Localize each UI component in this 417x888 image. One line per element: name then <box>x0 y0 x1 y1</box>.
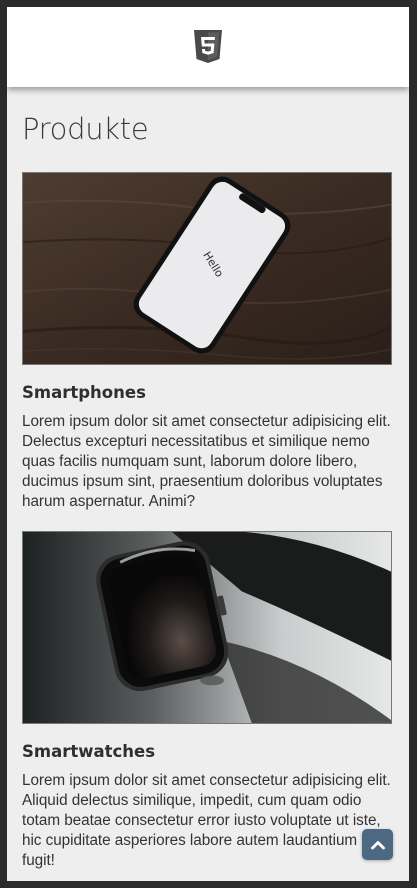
product-card-smartphones: Hello Smartphones Lorem ipsum dolor sit … <box>22 172 393 512</box>
card-description: Lorem ipsum dolor sit amet consectetur a… <box>22 413 391 510</box>
page-title: Produkte <box>22 112 149 146</box>
card-title: Smartwatches <box>22 742 156 761</box>
product-card-smartwatches: Smartwatches Lorem ipsum dolor sit amet … <box>22 531 393 871</box>
html5-logo-icon[interactable] <box>194 30 222 64</box>
smartphone-hello-photo: Hello <box>22 172 392 365</box>
chevron-up-icon <box>370 840 385 849</box>
scroll-to-top-button[interactable] <box>362 829 393 860</box>
card-description: Lorem ipsum dolor sit amet consectetur a… <box>22 772 391 869</box>
card-title: Smartphones <box>22 383 146 402</box>
app-frame: Produkte Hello Smartphones Lorem ipsum d… <box>7 7 409 881</box>
smartwatch-photo <box>22 531 392 724</box>
header-bar <box>7 7 409 87</box>
main-content: Produkte Hello Smartphones Lorem ipsum d… <box>22 87 393 869</box>
